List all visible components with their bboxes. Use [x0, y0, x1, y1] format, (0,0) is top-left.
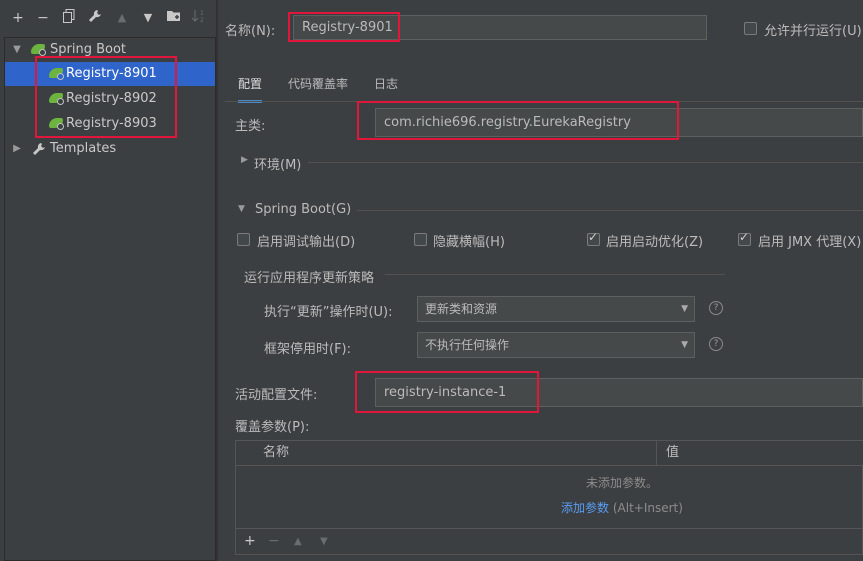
- chevron-down-icon: ▼: [681, 340, 688, 350]
- launch-optimization-checkbox[interactable]: [587, 230, 600, 246]
- main-class-label: 主类:: [235, 119, 266, 134]
- debug-output-label: 启用调试输出(D): [257, 235, 356, 250]
- tab-coverage[interactable]: 代码覆盖率: [288, 74, 348, 100]
- on-update-select[interactable]: 更新类和资源 ▼: [417, 296, 695, 322]
- highlight-box: [288, 12, 400, 42]
- tab-logs[interactable]: 日志: [374, 74, 398, 100]
- spring-boot-section-label[interactable]: Spring Boot(G): [255, 202, 351, 217]
- move-up-button[interactable]: ▲: [113, 9, 131, 27]
- add-config-button[interactable]: +: [9, 9, 27, 27]
- table-add-button[interactable]: +: [244, 533, 256, 549]
- chevron-right-icon: ▶: [13, 143, 21, 154]
- launch-optimization-label: 启用启动优化(Z): [606, 235, 704, 250]
- update-policy-title: 运行应用程序更新策略: [244, 271, 375, 286]
- table-move-up-button[interactable]: ▲: [294, 536, 302, 547]
- on-frame-value: 不执行任何操作: [425, 338, 510, 352]
- active-profiles-label: 活动配置文件:: [235, 388, 318, 403]
- tree-templates-label: Templates: [50, 141, 117, 156]
- chevron-right-icon: ▶: [241, 155, 248, 165]
- on-update-value: 更新类和资源: [425, 302, 498, 316]
- wrench-icon: [89, 10, 101, 22]
- chevron-down-icon: ▼: [238, 204, 245, 214]
- remove-config-button[interactable]: −: [34, 9, 52, 27]
- new-folder-button[interactable]: [165, 9, 183, 27]
- spring-boot-divider: [357, 210, 863, 211]
- wrench-icon: [32, 137, 46, 161]
- sort-button[interactable]: 12: [190, 9, 208, 27]
- on-update-label: 执行“更新”操作时(U):: [264, 305, 393, 320]
- add-param-shortcut: (Alt+Insert): [612, 501, 683, 515]
- table-remove-button[interactable]: −: [268, 533, 280, 549]
- add-param-link[interactable]: 添加参数: [561, 501, 609, 515]
- table-toolbar-divider: [236, 528, 862, 529]
- override-params-table: 名称 值 未添加参数。 添加参数 (Alt+Insert) + − ▲ ▼: [235, 440, 863, 555]
- on-frame-label: 框架停用时(F):: [264, 342, 352, 357]
- highlight-box: [357, 101, 679, 140]
- splitter[interactable]: [216, 0, 218, 561]
- move-down-button[interactable]: ▼: [139, 9, 157, 27]
- edit-templates-button[interactable]: [86, 9, 104, 27]
- update-policy-divider: [385, 274, 725, 275]
- help-icon[interactable]: ?: [709, 301, 723, 315]
- tab-config[interactable]: 配置: [238, 74, 263, 103]
- name-label: 名称(N):: [225, 24, 276, 39]
- env-section-label[interactable]: 环境(M): [254, 154, 301, 173]
- hide-banner-label: 隐藏横幅(H): [433, 235, 505, 250]
- svg-text:1: 1: [200, 10, 204, 17]
- hide-banner-checkbox[interactable]: [414, 233, 427, 246]
- on-frame-select[interactable]: 不执行任何操作 ▼: [417, 332, 695, 358]
- sidebar-toolbar: + − ▲ ▼ 12: [0, 0, 218, 38]
- highlight-box: [355, 371, 539, 413]
- copy-icon: [63, 9, 75, 23]
- config-tree: ▼ Spring Boot Registry-8901 Registry-890…: [4, 37, 216, 561]
- jmx-agent-label: 启用 JMX 代理(X): [758, 235, 862, 250]
- tree-group-templates[interactable]: ▶ Templates: [5, 137, 215, 161]
- allow-parallel-label: 允许并行运行(U): [764, 24, 862, 39]
- table-header: 值: [656, 441, 863, 466]
- jmx-agent-checkbox[interactable]: [738, 230, 751, 246]
- chevron-down-icon: ▼: [681, 304, 688, 314]
- help-icon[interactable]: ?: [709, 337, 723, 351]
- table-move-down-button[interactable]: ▼: [320, 536, 328, 547]
- column-header-value[interactable]: 值: [666, 441, 679, 465]
- table-header: 名称: [236, 441, 656, 466]
- sort-icon: 12: [191, 10, 204, 24]
- chevron-down-icon: ▼: [13, 44, 21, 55]
- add-param-row: 添加参数 (Alt+Insert): [561, 499, 683, 516]
- copy-config-button[interactable]: [60, 9, 78, 27]
- highlight-box: [35, 56, 177, 138]
- allow-parallel-checkbox[interactable]: [744, 22, 757, 35]
- svg-text:2: 2: [200, 17, 204, 23]
- run-config-sidebar: + − ▲ ▼ 12 ▼ Spring Boot Registry-8901 R…: [0, 0, 218, 561]
- debug-output-checkbox[interactable]: [237, 233, 250, 246]
- spring-boot-icon: [31, 44, 47, 56]
- empty-table-text: 未添加参数。: [586, 476, 659, 490]
- folder-icon: [166, 11, 180, 21]
- override-params-label: 覆盖参数(P):: [235, 420, 310, 435]
- env-divider: [308, 162, 863, 163]
- column-header-name[interactable]: 名称: [263, 441, 289, 465]
